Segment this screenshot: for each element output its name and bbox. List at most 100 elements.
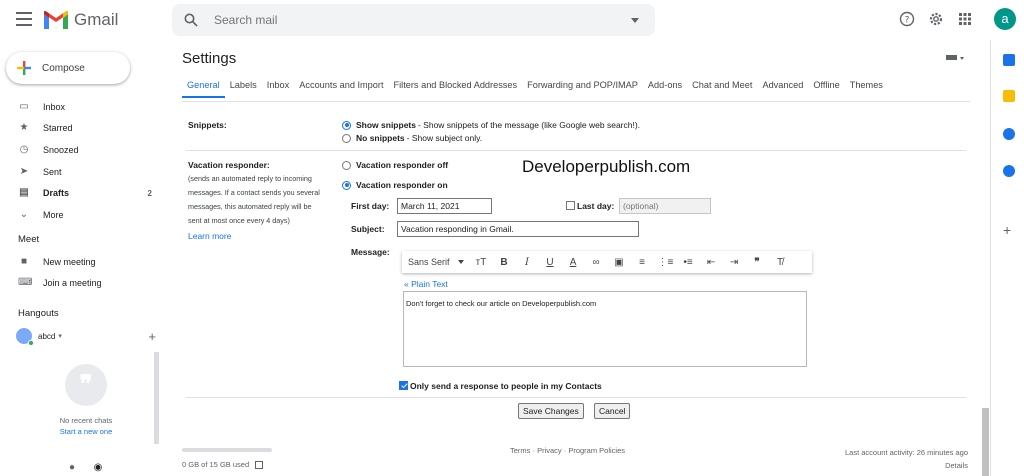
vacation-off-label: Vacation responder off	[356, 160, 449, 170]
row-divider	[186, 397, 966, 398]
row-divider	[186, 150, 966, 151]
font-size-icon[interactable]: тT	[474, 255, 489, 270]
add-addon-icon[interactable]: +	[1003, 222, 1011, 238]
external-link-icon[interactable]	[255, 460, 264, 469]
tab-themes[interactable]: Themes	[845, 78, 888, 98]
show-snippets-option[interactable]: Show snippets - Show snippets of the mes…	[342, 120, 640, 130]
vacation-on-radio[interactable]	[342, 180, 351, 190]
search-icon[interactable]	[184, 13, 198, 27]
send-icon: ➤	[19, 165, 29, 177]
start-new-chat-link[interactable]: Start a new one	[16, 427, 156, 436]
numbered-list-icon[interactable]: ⋮≡	[658, 255, 674, 270]
sidebar-scrollbar[interactable]	[154, 352, 159, 444]
sidebar-item-sent[interactable]: ➤ Sent	[0, 161, 170, 183]
chevron-down-icon[interactable]: ▾	[58, 332, 62, 340]
italic-icon[interactable]: I	[520, 255, 535, 270]
svg-text:?: ?	[905, 16, 910, 26]
first-day-input[interactable]	[397, 198, 492, 214]
vacation-on-option[interactable]: Vacation responder on	[342, 180, 450, 190]
font-select[interactable]: Sans Serif	[408, 257, 464, 267]
vacation-off-radio[interactable]	[342, 160, 351, 170]
sidebar-item-snoozed[interactable]: ◷ Snoozed	[0, 139, 170, 161]
footer-links[interactable]: Terms · Privacy · Program Policies	[510, 446, 625, 455]
vacation-desc-line: messages. If a contact sends you several	[188, 188, 320, 197]
last-day-input[interactable]	[619, 198, 711, 214]
tab-general[interactable]: General	[182, 78, 225, 98]
sidebar-item-drafts[interactable]: ▤ Drafts 2	[0, 182, 170, 204]
image-icon[interactable]: ▣	[612, 255, 627, 270]
star-icon: ★	[19, 122, 29, 134]
join-meeting-item[interactable]: ⌨ Join a meeting	[0, 273, 170, 295]
details-link[interactable]: Details	[845, 459, 968, 472]
plus-icon	[17, 61, 31, 75]
sidebar-item-more[interactable]: ⌄ More	[0, 204, 170, 226]
apps-icon[interactable]	[957, 11, 973, 27]
align-icon[interactable]: ≡	[635, 255, 650, 270]
vacation-off-option[interactable]: Vacation responder off	[342, 160, 450, 170]
sidebar-item-label: Starred	[43, 123, 73, 134]
tab-accounts[interactable]: Accounts and Import	[294, 78, 388, 98]
tab-advanced[interactable]: Advanced	[757, 78, 808, 98]
bold-icon[interactable]: B	[497, 255, 512, 270]
last-day-checkbox[interactable]	[566, 201, 575, 210]
folder-list: ▭ Inbox ★ Starred ◷ Snoozed ➤ Sent ▤ Dra…	[0, 96, 170, 226]
tab-offline[interactable]: Offline	[808, 78, 844, 98]
add-chat-icon[interactable]: +	[148, 329, 156, 344]
tab-inbox[interactable]: Inbox	[262, 78, 294, 98]
vacation-on-label: Vacation responder on	[356, 180, 448, 190]
keep-icon[interactable]	[1003, 90, 1015, 102]
learn-more-link[interactable]: Learn more	[188, 231, 231, 241]
show-snippets-radio[interactable]	[342, 120, 351, 130]
meet-title: Meet	[18, 234, 40, 245]
help-icon[interactable]: ?	[899, 11, 915, 27]
contacts-only-checkbox[interactable]	[399, 381, 408, 390]
vacation-desc-line: sent at most once every 4 days)	[188, 216, 290, 225]
tasks-icon[interactable]	[1003, 128, 1015, 140]
sidebar-item-inbox[interactable]: ▭ Inbox	[0, 96, 170, 118]
cancel-button[interactable]: Cancel	[594, 403, 631, 419]
person-icon[interactable]: ●	[66, 462, 78, 474]
save-changes-button[interactable]: Save Changes	[518, 403, 584, 419]
new-meeting-item[interactable]: ■ New meeting	[0, 251, 170, 273]
message-body-editor[interactable]: Don't forget to check our article on Dev…	[403, 291, 807, 367]
remove-formatting-icon[interactable]: T̸	[773, 255, 788, 270]
message-label: Message:	[351, 247, 390, 257]
search-input[interactable]	[214, 13, 594, 27]
tabs-divider	[182, 101, 970, 102]
hangouts-user[interactable]: abcd ▾ +	[16, 326, 160, 346]
sidebar-item-starred[interactable]: ★ Starred	[0, 118, 170, 140]
indent-less-icon[interactable]: ⇤	[704, 255, 719, 270]
plain-text-link[interactable]: « Plain Text	[404, 279, 448, 289]
activity-text: Last account activity: 26 minutes ago	[845, 448, 968, 457]
quote-icon[interactable]: ❞	[750, 255, 765, 270]
main-menu-icon[interactable]	[16, 12, 32, 26]
main-scrollbar[interactable]	[982, 408, 989, 476]
keyboard-shortcut-icon[interactable]	[946, 54, 966, 62]
subject-input[interactable]	[397, 221, 639, 237]
tab-labels[interactable]: Labels	[225, 78, 262, 98]
compose-button[interactable]: Compose	[6, 52, 130, 84]
no-snippets-option[interactable]: No snippets - Show subject only.	[342, 133, 482, 143]
storage-text: 0 GB of 15 GB used	[182, 460, 250, 469]
gmail-logo[interactable]: Gmail	[44, 8, 118, 32]
tab-forwarding[interactable]: Forwarding and POP/IMAP	[522, 78, 643, 98]
tab-filters[interactable]: Filters and Blocked Addresses	[389, 78, 523, 98]
no-snippets-radio[interactable]	[342, 133, 351, 143]
hangouts-icon[interactable]: ◉	[92, 462, 104, 474]
account-avatar[interactable]: a	[994, 8, 1016, 30]
watermark-text: Developerpublish.com	[522, 157, 691, 176]
indent-more-icon[interactable]: ⇥	[727, 255, 742, 270]
keyboard-icon: ⌨	[18, 277, 33, 289]
underline-icon[interactable]: U	[543, 255, 558, 270]
contacts-icon[interactable]	[1003, 165, 1015, 177]
calendar-icon[interactable]	[1003, 54, 1015, 66]
search-bar[interactable]	[172, 4, 655, 36]
text-color-icon[interactable]: A	[566, 255, 581, 270]
tab-chat-meet[interactable]: Chat and Meet	[687, 78, 757, 98]
search-options-icon[interactable]	[631, 18, 639, 23]
link-icon[interactable]: ∞	[589, 255, 604, 270]
storage-bar	[182, 448, 272, 452]
tab-addons[interactable]: Add-ons	[643, 78, 687, 98]
gear-icon[interactable]	[928, 11, 944, 27]
bulleted-list-icon[interactable]: •≡	[681, 255, 696, 270]
